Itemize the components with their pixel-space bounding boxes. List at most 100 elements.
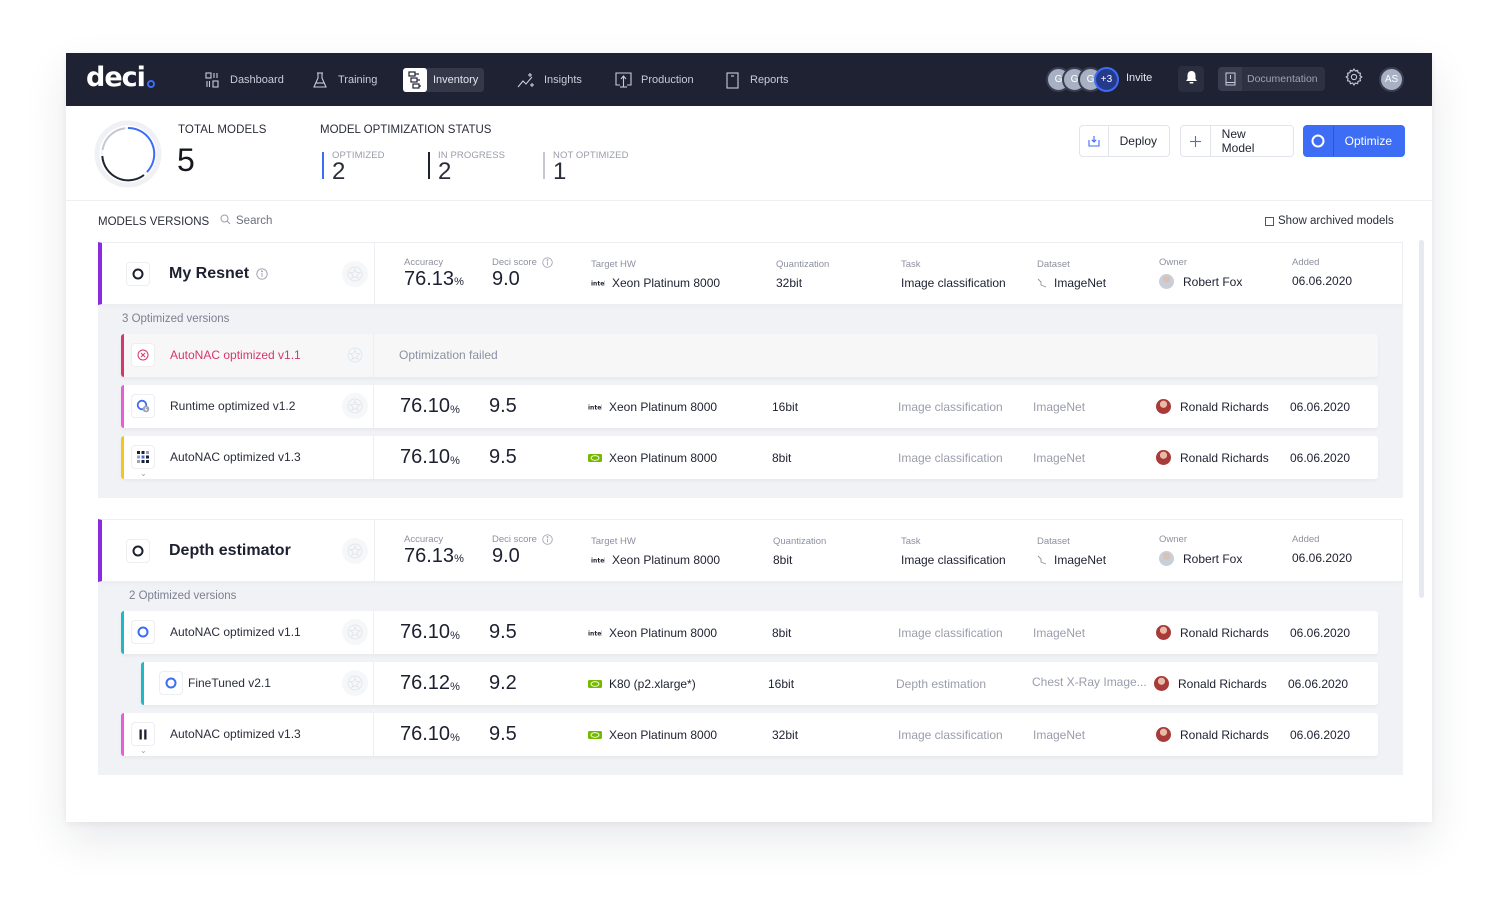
quantization-value: 16bit: [768, 676, 795, 691]
quantization-column: Quantization 8bit: [773, 536, 827, 567]
model-name[interactable]: My Resnet: [169, 265, 268, 283]
show-archived-toggle[interactable]: Show archived models: [1265, 215, 1394, 227]
favorite-star-icon[interactable]: [342, 670, 368, 696]
owner-avatar: [1156, 625, 1171, 640]
notifications-button[interactable]: [1178, 66, 1204, 92]
favorite-star-icon[interactable]: [342, 393, 368, 419]
quantization-value: 16bit: [772, 399, 799, 414]
dataset-value[interactable]: ImageNet: [1054, 276, 1106, 290]
task-value: Image classification: [898, 727, 1003, 742]
documentation-button[interactable]: Documentation: [1218, 67, 1325, 91]
model-group-depth-estimator: Depth estimator Accuracy 76.13% Deci sco…: [98, 519, 1403, 775]
version-name[interactable]: Runtime optimized v1.2: [170, 399, 295, 413]
owner-value: Ronald Richards: [1180, 450, 1269, 465]
nav-item-production[interactable]: Production: [614, 68, 700, 92]
optimize-label: Optimize: [1344, 134, 1392, 148]
deci-score-value: 9.5: [489, 395, 517, 417]
owner-value: Robert Fox: [1183, 551, 1243, 566]
intel-logo-icon: intel: [591, 557, 605, 564]
stat-optimized: OPTIMIZED 2: [322, 150, 385, 185]
user-avatar[interactable]: AS: [1379, 67, 1404, 92]
nav-item-insights[interactable]: Insights: [517, 68, 588, 92]
favorite-star-icon[interactable]: [342, 619, 368, 645]
owner-column: Owner Robert Fox: [1159, 257, 1243, 289]
added-value: 06.06.2020: [1288, 676, 1349, 691]
info-icon[interactable]: [256, 268, 268, 280]
favorite-star-icon[interactable]: [342, 538, 368, 564]
nav-item-training[interactable]: Training: [311, 68, 383, 92]
plus-icon: [1181, 126, 1211, 156]
version-name[interactable]: FineTuned v2.1: [188, 676, 271, 690]
version-name[interactable]: AutoNAC optimized v1.1: [170, 625, 301, 639]
model-name[interactable]: Depth estimator: [169, 542, 291, 560]
chevron-down-icon[interactable]: ⌄: [140, 746, 147, 755]
logo-dot-icon: [146, 80, 155, 88]
quantization-value: 32bit: [776, 276, 803, 290]
optimized-versions-count: 2 Optimized versions: [129, 590, 237, 602]
owner-avatar: [1156, 399, 1171, 414]
deci-score-column: Deci score 9.0: [492, 257, 553, 290]
optimization-ring-chart: [94, 120, 162, 188]
nav-label: Insights: [544, 74, 582, 86]
deci-logo[interactable]: deci: [86, 63, 155, 93]
added-value: 06.06.2020: [1292, 551, 1353, 565]
search-input[interactable]: Search: [220, 214, 272, 228]
chevron-down-icon[interactable]: ⌄: [140, 469, 147, 478]
optimized-status-icon: [159, 671, 183, 695]
target-hw-value: Xeon Platinum 8000: [612, 553, 721, 567]
stat-value: 2: [332, 158, 346, 185]
nav-item-reports[interactable]: Reports: [723, 68, 795, 92]
nav-label: Reports: [750, 74, 789, 86]
version-row[interactable]: Runtime optimized v1.2 76.10% 9.5 intel X…: [121, 385, 1378, 428]
nav-item-dashboard[interactable]: Dashboard: [203, 68, 290, 92]
book-icon: [1218, 67, 1242, 91]
model-row[interactable]: Depth estimator Accuracy 76.13% Deci sco…: [98, 519, 1403, 582]
invite-button[interactable]: Invite: [1126, 72, 1152, 84]
nvidia-logo-icon: [588, 730, 602, 740]
version-row[interactable]: ⌄ AutoNAC optimized v1.3 76.10% 9.5 Xeon…: [121, 436, 1378, 479]
model-row[interactable]: My Resnet Accuracy 76.13% Deci score 9.0: [98, 242, 1403, 305]
favorite-star-icon[interactable]: [342, 261, 368, 287]
info-icon[interactable]: [542, 257, 553, 268]
version-row[interactable]: AutoNAC optimized v1.1 76.10% 9.5 intel X…: [121, 611, 1378, 654]
owner-value: Ronald Richards: [1180, 399, 1269, 414]
dataset-value: ImageNet: [1033, 625, 1086, 640]
task-value: Image classification: [901, 276, 1006, 290]
version-name[interactable]: AutoNAC optimized v1.3: [170, 450, 301, 464]
models-versions-title: MODELS VERSIONS: [98, 216, 210, 228]
svg-text:intel: intel: [588, 404, 602, 410]
info-icon[interactable]: [542, 534, 553, 545]
top-navigation: deci Dashboard Training Inventory Insigh…: [66, 53, 1432, 106]
optimization-status-label: MODEL OPTIMIZATION STATUS: [320, 124, 492, 136]
more-members-badge[interactable]: +3: [1094, 67, 1119, 92]
deci-score-column: Deci score 9.0: [492, 534, 553, 567]
settings-button[interactable]: [1343, 67, 1365, 90]
target-hw-value: Xeon Platinum 8000: [612, 276, 721, 290]
owner-value: Ronald Richards: [1178, 676, 1267, 691]
new-model-button[interactable]: New Model: [1180, 125, 1294, 157]
owner-value: Ronald Richards: [1180, 727, 1269, 742]
bell-icon: [1185, 70, 1198, 89]
vertical-scrollbar[interactable]: [1419, 240, 1424, 598]
deci-score-value: 9.0: [492, 268, 520, 290]
optimize-button[interactable]: Optimize: [1303, 125, 1405, 157]
runtime-status-icon: [131, 394, 155, 418]
version-row[interactable]: ⌄ AutoNAC optimized v1.3 76.10% 9.5 Xeon…: [121, 713, 1378, 756]
team-avatars[interactable]: G G G +3: [1046, 67, 1119, 92]
version-name[interactable]: AutoNAC optimized v1.1: [170, 348, 301, 362]
nav-item-inventory[interactable]: Inventory: [403, 68, 485, 92]
nav-label: Dashboard: [230, 74, 284, 86]
dataset-value[interactable]: ImageNet: [1054, 553, 1106, 567]
task-column: Task Image classification: [901, 536, 1006, 567]
target-hw-column: Target HW intel Xeon Platinum 8000: [591, 536, 721, 567]
show-archived-checkbox[interactable]: [1265, 216, 1274, 226]
deci-score-value: 9.2: [489, 672, 517, 694]
version-row-nested[interactable]: FineTuned v2.1 76.12% 9.2 K80 (p2.xlarge…: [141, 662, 1378, 705]
version-name[interactable]: AutoNAC optimized v1.3: [170, 727, 301, 741]
task-value: Image classification: [898, 450, 1003, 465]
version-row-failed[interactable]: AutoNAC optimized v1.1 Optimization fail…: [121, 334, 1378, 377]
intel-logo-icon: intel: [588, 404, 602, 410]
app-window: deci Dashboard Training Inventory Insigh…: [66, 53, 1432, 822]
favorite-star-icon[interactable]: [342, 342, 368, 368]
deploy-button[interactable]: Deploy: [1079, 125, 1170, 157]
